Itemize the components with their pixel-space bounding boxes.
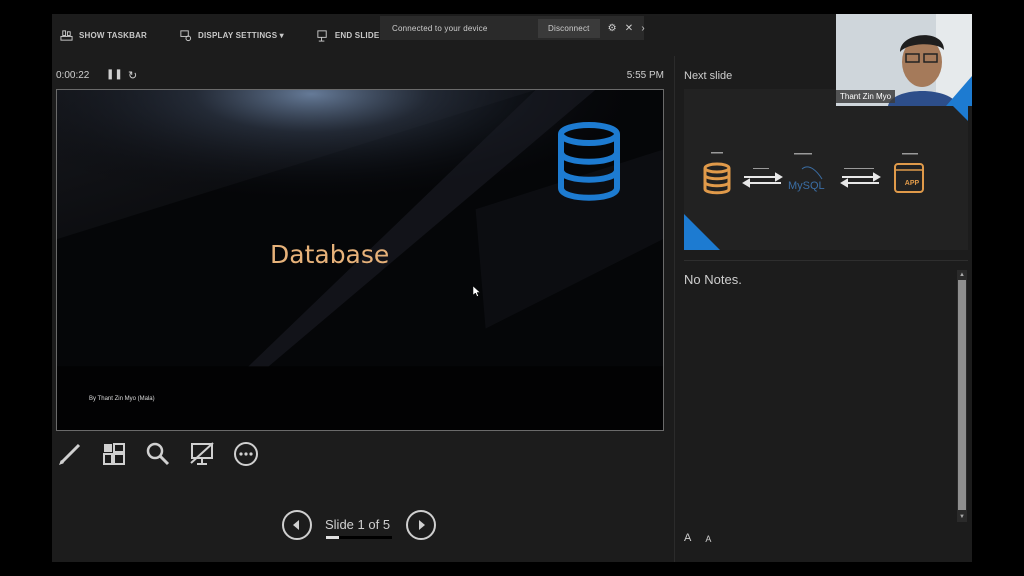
next-slide-label: Next slide [684,70,733,82]
black-screen-button[interactable] [188,440,216,468]
decrease-font-button[interactable]: A [705,532,711,544]
connection-banner: Connected to your device Disconnect ⚙ ✕ … [380,16,645,40]
elapsed-timer: 0:00:22 [56,70,90,81]
show-taskbar-button[interactable]: SHOW TASKBAR [60,29,147,42]
slide-author: By Thant Zin Myo (Mala) [89,396,155,402]
display-settings-label: DISPLAY SETTINGS ▾ [198,30,284,40]
presenter-view: SHOW TASKBAR DISPLAY SETTINGS ▾ END SLID… [52,14,972,562]
unpin-icon[interactable]: ✕ [625,23,634,34]
presenter-toolbar: SHOW TASKBAR DISPLAY SETTINGS ▾ END SLID… [52,14,972,56]
notes-scrollbar[interactable]: ▲ ▼ [957,270,967,522]
speaker-notes: No Notes. [684,272,742,287]
next-slide-button[interactable] [406,510,436,540]
slide-progress-fill [326,536,340,539]
app-icon-text: APP [905,180,920,187]
notes-font-controls: A A [684,532,711,544]
connection-message: Connected to your device [392,23,488,33]
restart-timer-icon[interactable]: ↻ [128,69,137,82]
current-slide: Database By Thant Zin Myo (Mala) [56,89,664,431]
zoom-icon [146,442,170,466]
pen-icon [59,443,81,465]
see-all-slides-button[interactable] [100,440,128,468]
notes-separator [684,260,968,261]
database-icon [558,122,620,201]
panel-divider [674,56,675,562]
display-settings-button[interactable]: DISPLAY SETTINGS ▾ [179,29,284,42]
slide-counter: Slide 1 of 5 [325,517,391,532]
pen-tool-button[interactable] [56,440,84,468]
next-slide-diagram: MySQL APP [703,152,924,195]
chevron-right-icon[interactable]: › [641,23,645,34]
mysql-logo-text: MySQL [788,180,825,192]
scroll-up-icon[interactable]: ▲ [958,271,966,279]
end-slide-show-icon [317,29,327,42]
presenter-tools [56,440,260,468]
scrollbar-thumb[interactable] [958,280,966,510]
more-options-button[interactable] [232,440,260,468]
chevron-left-icon [293,520,299,530]
slide-progress-bar [326,536,392,539]
zoom-button[interactable] [144,440,172,468]
increase-font-button[interactable]: A [684,532,691,544]
scroll-down-icon[interactable]: ▼ [958,513,966,521]
next-slide-thumbnail[interactable]: MySQL APP [684,89,968,250]
show-taskbar-label: SHOW TASKBAR [79,30,148,40]
pause-icon[interactable]: ❚❚ [106,69,123,80]
chevron-right-icon [419,520,425,530]
timer-row: 0:00:22 ❚❚ ↻ 5:55 PM [56,69,664,84]
webcam-feed: Thant Zin Myo [836,14,972,106]
slide-title: Database [270,240,390,269]
display-settings-icon [180,29,192,41]
slide-navigation: Slide 1 of 5 [282,510,442,546]
previous-slide-button[interactable] [282,510,312,540]
gear-icon[interactable]: ⚙ [608,23,617,34]
taskbar-icon [60,29,73,41]
more-options-icon [234,442,258,466]
participant-name: Thant Zin Myo [836,90,896,103]
disconnect-button[interactable]: Disconnect [538,18,600,38]
current-time: 5:55 PM [626,70,664,81]
black-screen-icon [190,442,214,465]
mouse-cursor-icon [473,286,481,297]
see-all-slides-icon [103,443,125,465]
